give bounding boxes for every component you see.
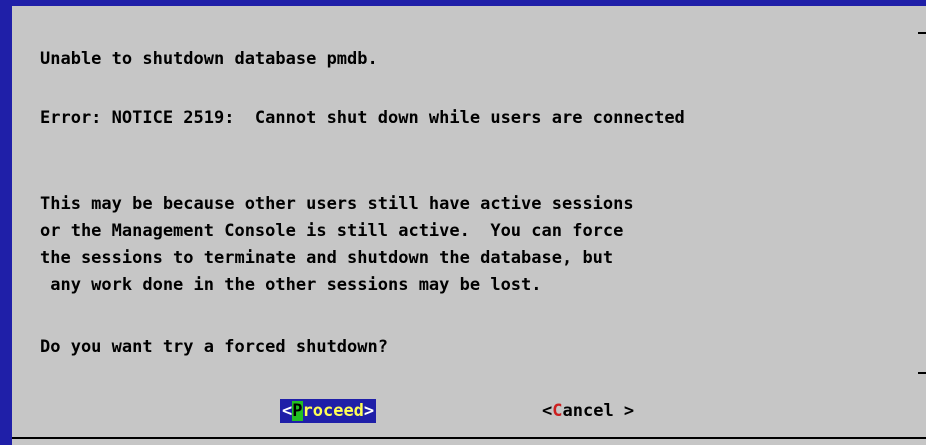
message-line-2: or the Management Console is still activ… (40, 221, 624, 241)
dialog-bottom-border (12, 437, 926, 439)
proceed-button[interactable]: <Proceed> (280, 399, 377, 423)
proceed-hotkey: P (292, 401, 303, 421)
terminal-screen: Unable to shutdown database pmdb. Error:… (0, 0, 926, 445)
message-line-1: This may be because other users still ha… (40, 194, 634, 214)
message-line-4: any work done in the other sessions may … (40, 275, 542, 295)
cancel-bracket-right: > (613, 401, 635, 421)
cancel-hotkey: C (552, 401, 563, 421)
proceed-bracket-right: > (363, 401, 375, 421)
frame-tick-top (918, 32, 926, 34)
cancel-bracket-left: < (542, 401, 553, 421)
dialog-title-text: Unable to shutdown database pmdb. (40, 49, 378, 69)
message-line-3: the sessions to terminate and shutdown t… (40, 248, 614, 268)
frame-tick-bottom (918, 372, 926, 374)
question-text: Do you want try a forced shutdown? (40, 337, 388, 357)
cancel-button[interactable]: <Cancel > (542, 399, 634, 423)
proceed-bracket-left: < (282, 401, 293, 421)
button-row: <Proceed> <Cancel > (12, 399, 926, 423)
error-message-text: Error: NOTICE 2519: Cannot shut down whi… (40, 108, 685, 128)
cancel-label: ancel (562, 401, 614, 421)
shutdown-error-dialog: Unable to shutdown database pmdb. Error:… (12, 6, 926, 445)
proceed-label: roceed (302, 401, 364, 421)
